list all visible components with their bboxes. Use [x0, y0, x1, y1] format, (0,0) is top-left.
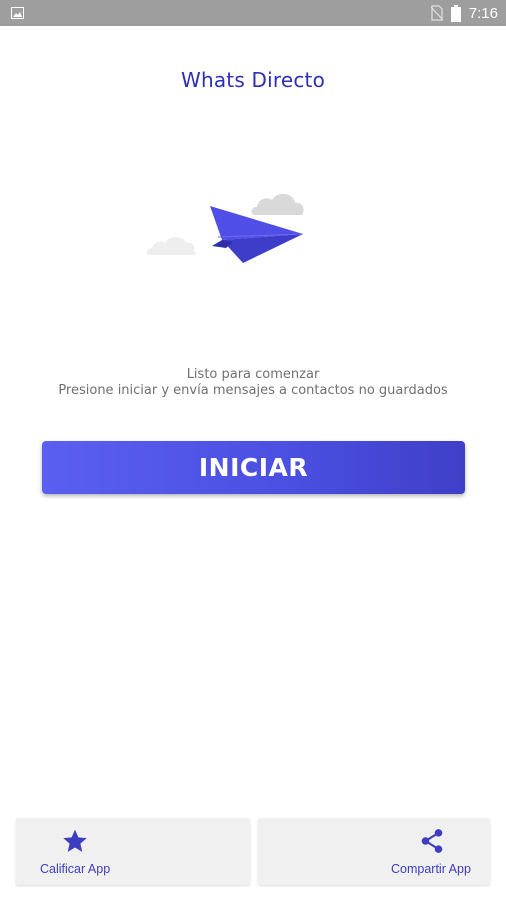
status-icons: 7:16	[430, 3, 498, 23]
star-icon	[63, 829, 87, 852]
rate-app-label: Calificar App	[40, 862, 111, 876]
status-bar: 7:16	[0, 0, 506, 26]
subtitle: Listo para comenzar Presione iniciar y e…	[0, 367, 506, 399]
share-app-button[interactable]: Compartir App	[258, 818, 490, 885]
battery-icon	[450, 4, 461, 22]
status-time: 7:16	[468, 4, 498, 22]
paper-plane-illustration	[146, 193, 304, 263]
subtitle-line-2: Presione iniciar y envía mensajes a cont…	[58, 383, 448, 398]
cloud-icon	[251, 193, 304, 215]
cloud-icon-small	[146, 237, 197, 255]
image-icon	[11, 7, 24, 19]
rate-app-button[interactable]: Calificar App	[16, 818, 250, 885]
share-app-label: Compartir App	[391, 862, 471, 876]
app-title: Whats Directo	[180, 68, 326, 92]
no-sim-icon	[430, 5, 443, 21]
share-icon	[421, 829, 443, 853]
start-button[interactable]: INICIAR	[42, 441, 465, 494]
subtitle-line-1: Listo para comenzar	[186, 367, 320, 382]
